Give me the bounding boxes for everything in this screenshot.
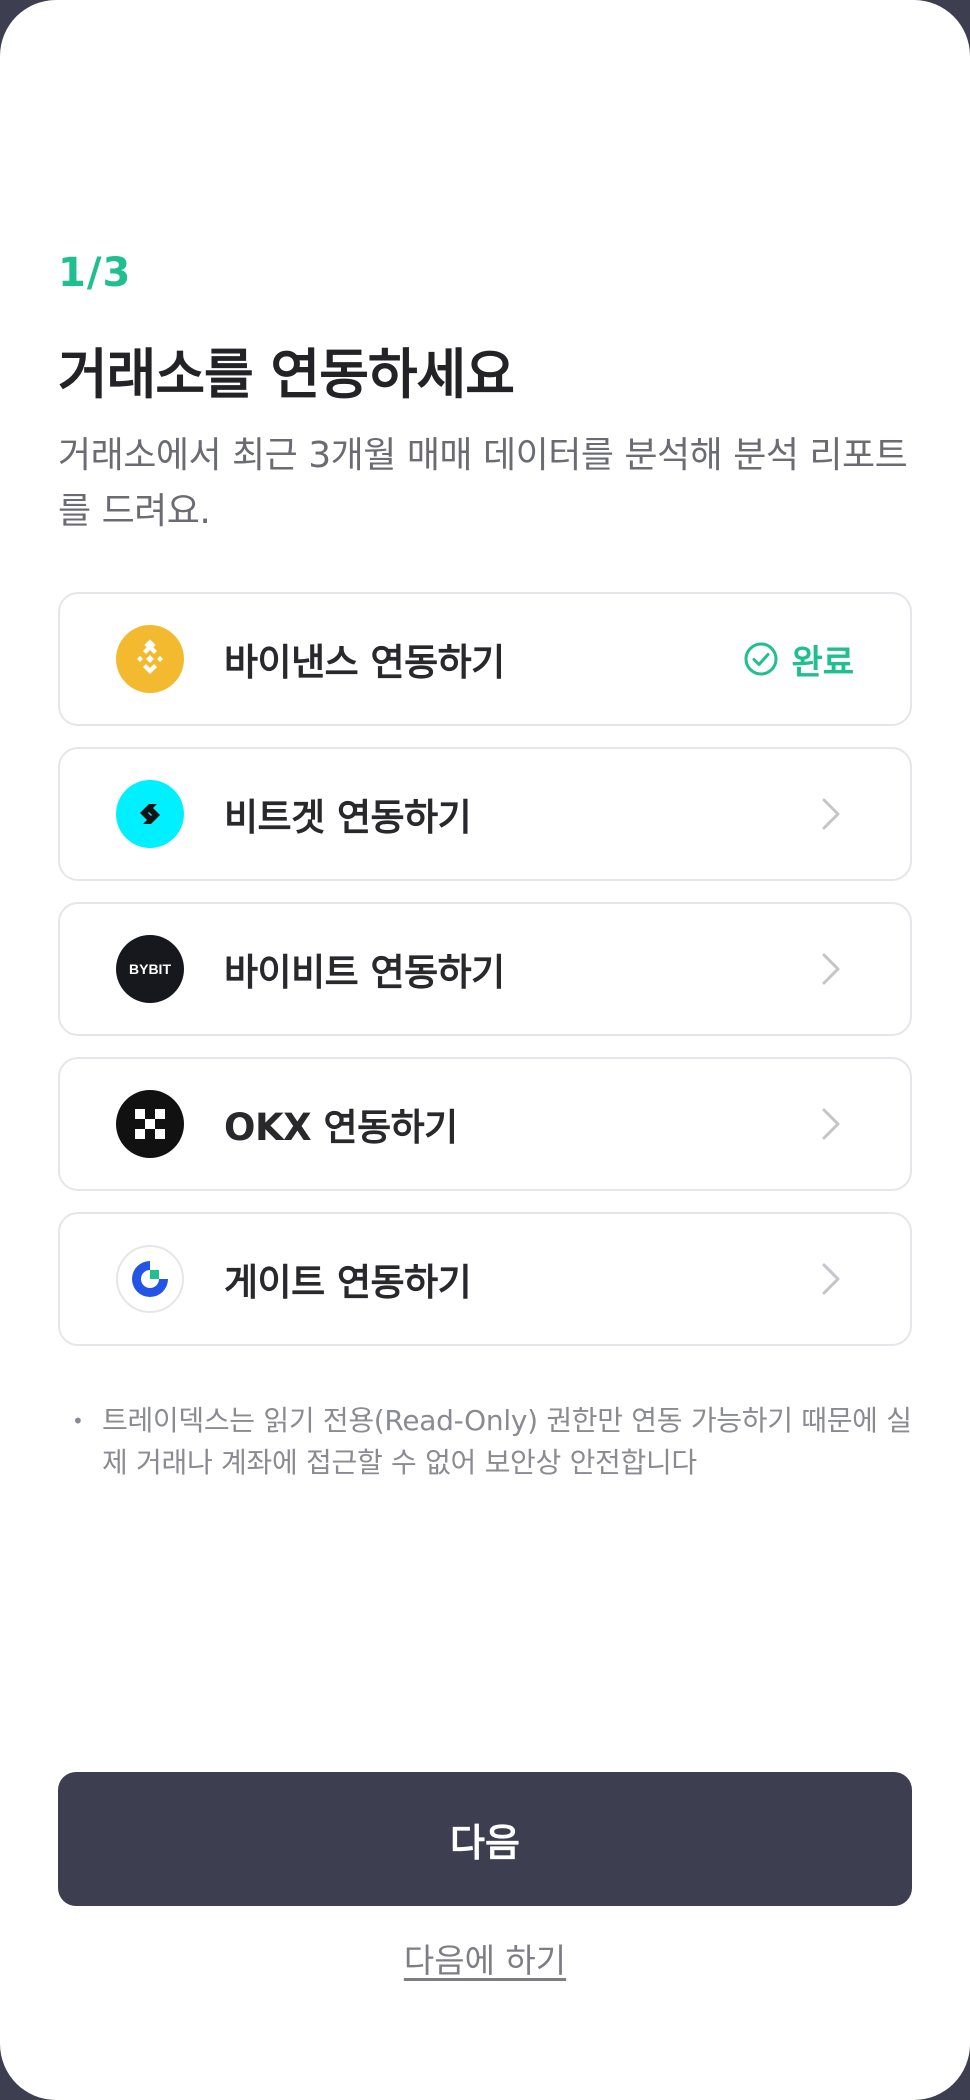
- exchange-card-binance[interactable]: 바이낸스 연동하기 완료: [58, 592, 912, 726]
- security-notice: • 트레이덱스는 읽기 전용(Read-Only) 권한만 연동 가능하기 때문…: [72, 1400, 932, 1484]
- chevron-right-icon: [822, 1108, 840, 1140]
- gate-logo-icon: [116, 1245, 184, 1313]
- exchange-label: OKX 연동하기: [224, 1106, 458, 1149]
- chevron-right-icon: [822, 953, 840, 985]
- notice-text: 트레이덱스는 읽기 전용(Read-Only) 권한만 연동 가능하기 때문에 …: [102, 1404, 912, 1479]
- page-title: 거래소를 연동하세요: [58, 343, 515, 406]
- check-circle-icon: [744, 642, 778, 676]
- exchange-card-bybit[interactable]: BYBIT 바이비트 연동하기: [58, 902, 912, 1036]
- exchange-label: 바이비트 연동하기: [224, 951, 505, 994]
- do-later-link[interactable]: 다음에 하기: [0, 1934, 970, 1982]
- next-button[interactable]: 다음: [58, 1772, 912, 1906]
- screen: 1/3 거래소를 연동하세요 거래소에서 최근 3개월 매매 데이터를 분석해 …: [0, 0, 970, 2100]
- exchange-label: 바이낸스 연동하기: [224, 641, 505, 684]
- exchange-card-okx[interactable]: OKX 연동하기: [58, 1057, 912, 1191]
- chevron-right-icon: [822, 798, 840, 830]
- bybit-logo-text: BYBIT: [129, 961, 171, 977]
- page-subtitle: 거래소에서 최근 3개월 매매 데이터를 분석해 분석 리포트를 드려요.: [58, 435, 908, 532]
- exchange-card-bitget[interactable]: 비트겟 연동하기: [58, 747, 912, 881]
- okx-logo-icon: [116, 1090, 184, 1158]
- exchange-label: 비트겟 연동하기: [224, 796, 472, 839]
- step-indicator: 1/3: [58, 250, 132, 296]
- connected-status: 완료: [743, 635, 854, 684]
- bitget-logo-icon: [116, 780, 184, 848]
- notice-bullet: •: [72, 1409, 84, 1433]
- bybit-logo-icon: BYBIT: [116, 935, 184, 1003]
- exchange-label: 게이트 연동하기: [224, 1261, 472, 1304]
- exchange-list: 바이낸스 연동하기 완료 비트겟 연동하기 BYBIT 바이비트 연동하기 OK…: [58, 592, 912, 1367]
- exchange-card-gate[interactable]: 게이트 연동하기: [58, 1212, 912, 1346]
- status-label: 완료: [791, 642, 854, 683]
- chevron-right-icon: [822, 1263, 840, 1295]
- binance-logo-icon: [116, 625, 184, 693]
